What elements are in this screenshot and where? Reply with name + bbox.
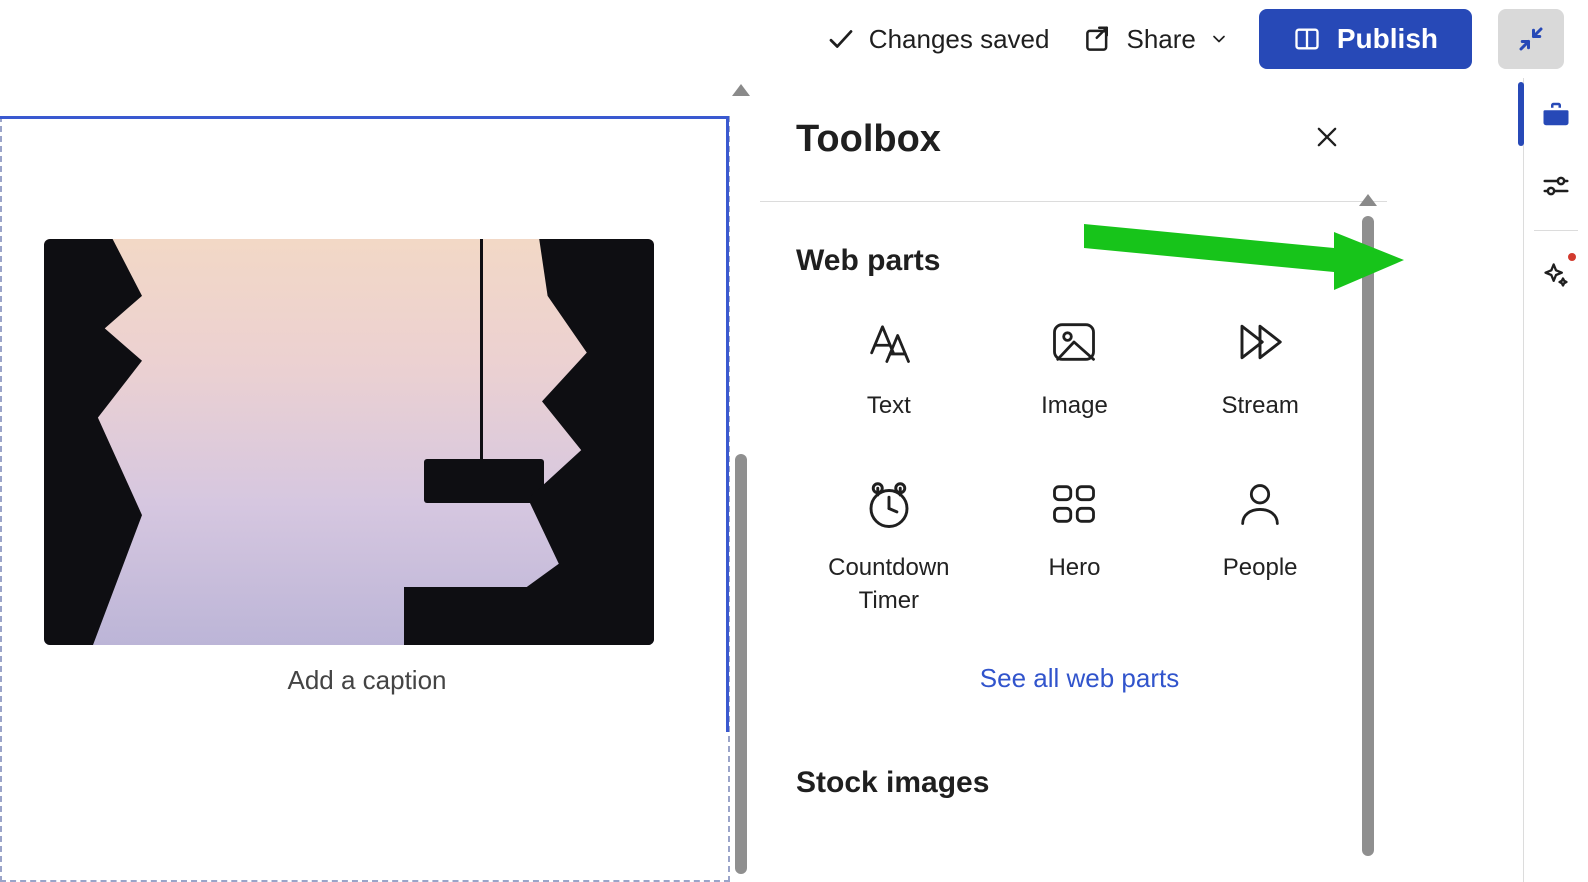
stream-icon: [1232, 314, 1288, 370]
text-icon: [861, 314, 917, 370]
webpart-tile-countdown-timer[interactable]: Countdown Timer: [796, 468, 982, 625]
rail-divider: [1534, 230, 1578, 231]
command-bar: Changes saved Share Publish: [0, 0, 1588, 79]
stock-images-heading: Stock images: [796, 766, 1363, 800]
chevron-down-icon: [1209, 29, 1229, 49]
people-icon: [1232, 476, 1288, 532]
toolbox-icon: [1541, 99, 1571, 129]
scroll-up-icon[interactable]: [732, 84, 750, 96]
webpart-tile-text[interactable]: Text: [796, 306, 982, 430]
rail-tab-copilot[interactable]: [1524, 239, 1588, 311]
image-webpart-photo[interactable]: [44, 239, 654, 645]
rail-tab-settings[interactable]: [1524, 150, 1588, 222]
collapse-icon: [1516, 24, 1546, 54]
toolbox-header: Toolbox: [760, 78, 1387, 202]
panel-scrollbar[interactable]: [1359, 194, 1377, 882]
webpart-label: Image: [1041, 390, 1108, 422]
publish-button[interactable]: Publish: [1259, 9, 1472, 69]
checkmark-icon: [826, 24, 856, 54]
image-icon: [1046, 314, 1102, 370]
scroll-up-icon[interactable]: [1359, 194, 1377, 206]
webparts-grid: Text Image Stream Countdown Timer: [796, 306, 1353, 625]
close-icon: [1313, 123, 1341, 151]
sparkle-icon: [1542, 261, 1570, 289]
webparts-heading: Web parts: [796, 244, 1363, 278]
share-icon: [1083, 24, 1113, 54]
countdown-timer-icon: [861, 476, 917, 532]
scroll-thumb[interactable]: [1362, 216, 1374, 856]
share-button[interactable]: Share: [1079, 20, 1232, 59]
webpart-tile-people[interactable]: People: [1167, 468, 1353, 625]
rail-tab-toolbox[interactable]: [1524, 78, 1588, 150]
canvas-stage: Add a caption: [0, 78, 760, 882]
toolbox-body: Web parts Text Image Stream: [760, 194, 1363, 882]
webpart-label: People: [1223, 552, 1298, 584]
save-status: Changes saved: [822, 20, 1054, 59]
see-all-webparts-link[interactable]: See all web parts: [796, 663, 1363, 694]
right-rail: [1523, 78, 1588, 882]
canvas-scrollbar[interactable]: [732, 84, 750, 882]
notification-dot-icon: [1568, 253, 1576, 261]
save-status-label: Changes saved: [869, 24, 1050, 55]
close-button[interactable]: [1313, 123, 1341, 156]
publish-label: Publish: [1337, 23, 1438, 55]
webpart-tile-stream[interactable]: Stream: [1167, 306, 1353, 430]
sliders-icon: [1541, 171, 1571, 201]
webpart-label: Text: [867, 390, 911, 422]
webpart-label: Countdown Timer: [809, 552, 969, 617]
webpart-tile-image[interactable]: Image: [982, 306, 1168, 430]
webpart-tile-hero[interactable]: Hero: [982, 468, 1168, 625]
book-open-icon: [1293, 25, 1321, 53]
share-label: Share: [1126, 24, 1195, 55]
image-caption-input[interactable]: Add a caption: [44, 665, 690, 696]
image-webpart-selected[interactable]: Add a caption: [0, 116, 729, 732]
webpart-label: Stream: [1221, 390, 1298, 422]
webpart-label: Hero: [1048, 552, 1100, 584]
hero-icon: [1046, 476, 1102, 532]
toolbox-title: Toolbox: [796, 118, 941, 161]
rail-active-indicator: [1518, 82, 1524, 146]
toolbox-panel: Toolbox Web parts Text Image: [760, 78, 1387, 882]
scroll-thumb[interactable]: [735, 454, 747, 874]
collapse-pane-button[interactable]: [1498, 9, 1564, 69]
